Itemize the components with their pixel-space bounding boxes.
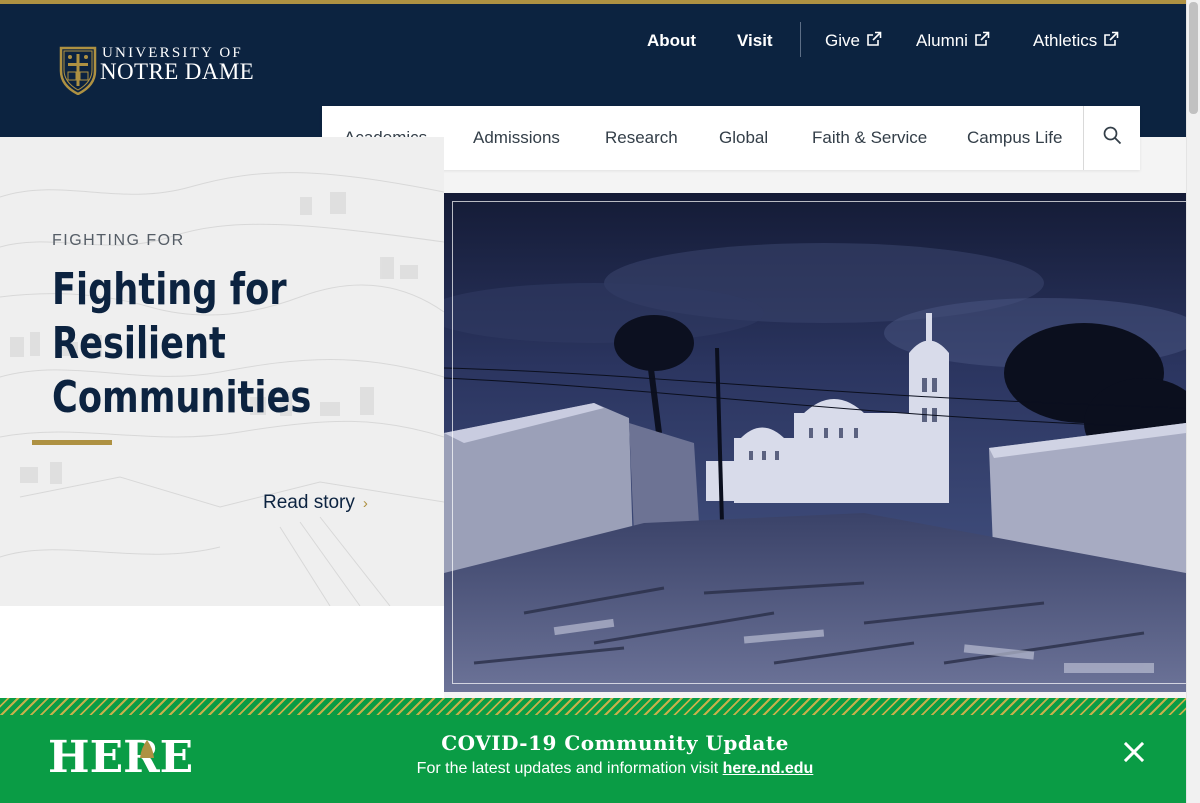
nav-item-campus-life[interactable]: Campus Life — [967, 128, 1062, 148]
covid-link[interactable]: here.nd.edu — [723, 760, 814, 777]
external-link-icon — [1104, 31, 1119, 46]
nav-item-global[interactable]: Global — [719, 128, 768, 148]
nav-item-research[interactable]: Research — [605, 128, 678, 148]
covid-banner: HERE COVID-19 Community Update For the l… — [0, 698, 1186, 803]
hero-title-line-3: Communities — [52, 372, 312, 423]
hero-eyebrow: FIGHTING FOR — [52, 232, 185, 249]
read-story-link[interactable]: Read story › — [263, 492, 368, 514]
page-scrollbar[interactable] — [1186, 0, 1200, 803]
covid-message-text: For the latest updates and information v… — [416, 760, 719, 777]
hero-title: Fighting for Resilient Communities — [52, 263, 412, 425]
util-nav-divider — [800, 22, 801, 57]
util-nav-alumni[interactable]: Alumni — [916, 31, 990, 51]
hero-title-line-2: Resilient — [52, 318, 226, 369]
close-banner-button[interactable] — [1122, 740, 1146, 764]
util-nav-alumni-label: Alumni — [916, 31, 968, 50]
search-icon — [1103, 126, 1122, 145]
hero-image — [444, 193, 1186, 692]
covid-title: COVID-19 Community Update — [441, 731, 789, 755]
chevron-right-icon: › — [362, 495, 368, 512]
nav-item-admissions[interactable]: Admissions — [473, 128, 560, 148]
search-button[interactable] — [1083, 106, 1140, 170]
hero-photo-church-ruins — [444, 193, 1186, 692]
hero-spacer — [0, 606, 444, 698]
covid-message: For the latest updates and information v… — [0, 760, 1186, 778]
utility-nav: About Visit Give Alumni Athletics — [0, 31, 1186, 51]
banner-stripes — [0, 698, 1186, 715]
util-nav-give[interactable]: Give — [825, 31, 882, 51]
hero-title-line-1: Fighting for — [52, 264, 287, 315]
util-nav-about[interactable]: About — [647, 31, 696, 51]
nav-item-faith-service[interactable]: Faith & Service — [812, 128, 927, 148]
main-nav: Academics Admissions Research Global Fai… — [322, 106, 1140, 170]
logo-line-2: NOTRE DAME — [100, 59, 255, 84]
util-nav-athletics[interactable]: Athletics — [1033, 31, 1119, 51]
util-nav-give-label: Give — [825, 31, 860, 50]
external-link-icon — [975, 31, 990, 46]
title-accent-bar — [32, 440, 112, 445]
scrollbar-thumb[interactable] — [1189, 2, 1198, 114]
read-story-label: Read story — [263, 492, 355, 513]
university-logo[interactable]: UNIVERSITY OF NOTRE DAME — [59, 44, 279, 98]
util-nav-athletics-label: Athletics — [1033, 31, 1098, 50]
close-icon — [1123, 741, 1145, 763]
util-nav-visit[interactable]: Visit — [737, 31, 773, 51]
external-link-icon — [867, 31, 882, 46]
nd-shield-icon — [59, 46, 97, 95]
